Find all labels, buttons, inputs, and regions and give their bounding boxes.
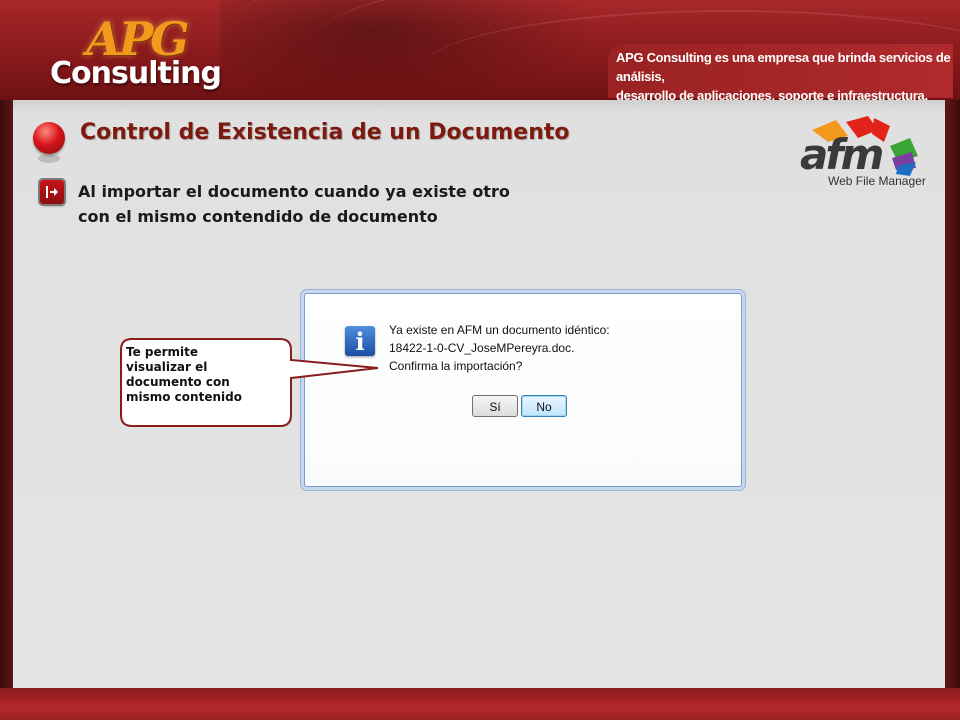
tagline-line-1: APG Consulting es una empresa que brinda… xyxy=(616,50,951,84)
logo-consulting-text: Consulting xyxy=(50,56,222,91)
slide: APG Consulting APG Consulting es una emp… xyxy=(0,0,960,720)
tagline-box: APG Consulting es una empresa que brinda… xyxy=(608,44,956,100)
red-bullet-icon xyxy=(33,122,65,154)
callout: Te permite visualizar el documento con m… xyxy=(120,338,379,428)
yes-button[interactable]: Sí xyxy=(472,395,518,417)
callout-line-1: Te permite xyxy=(126,345,199,359)
subtitle-line-2: con el mismo contendido de documento xyxy=(78,207,438,226)
afm-logo: afm Web File Manager xyxy=(798,112,928,194)
page-title: Control de Existencia de un Documento xyxy=(80,120,570,145)
no-button[interactable]: No xyxy=(521,395,567,417)
afm-caption: Web File Manager xyxy=(828,174,926,188)
dialog-message-line-1: Ya existe en AFM un documento idéntico: xyxy=(389,323,610,337)
afm-word: afm xyxy=(800,130,884,179)
dialog-message: Ya existe en AFM un documento idéntico: … xyxy=(389,321,729,375)
arrow-right-icon xyxy=(40,180,64,204)
dialog-message-line-3: Confirma la importación? xyxy=(389,359,523,373)
callout-text: Te permite visualizar el documento con m… xyxy=(126,345,276,405)
subtitle: Al importar el documento cuando ya exist… xyxy=(78,179,618,229)
callout-line-3: documento con xyxy=(126,375,230,389)
header-banner: APG Consulting APG Consulting es una emp… xyxy=(0,0,960,100)
tagline-line-2: desarrollo de aplicaciones, soporte e in… xyxy=(616,88,928,100)
callout-line-4: mismo contenido xyxy=(126,390,242,404)
footer-bar xyxy=(0,688,960,720)
tagline-text: APG Consulting es una empresa que brinda… xyxy=(616,48,956,100)
callout-line-2: visualizar el xyxy=(126,360,208,374)
subtitle-line-1: Al importar el documento cuando ya exist… xyxy=(78,182,510,201)
apg-consulting-logo: APG Consulting xyxy=(44,8,244,98)
dialog-message-line-2: 18422-1-0-CV_JoseMPereyra.doc. xyxy=(389,341,575,355)
